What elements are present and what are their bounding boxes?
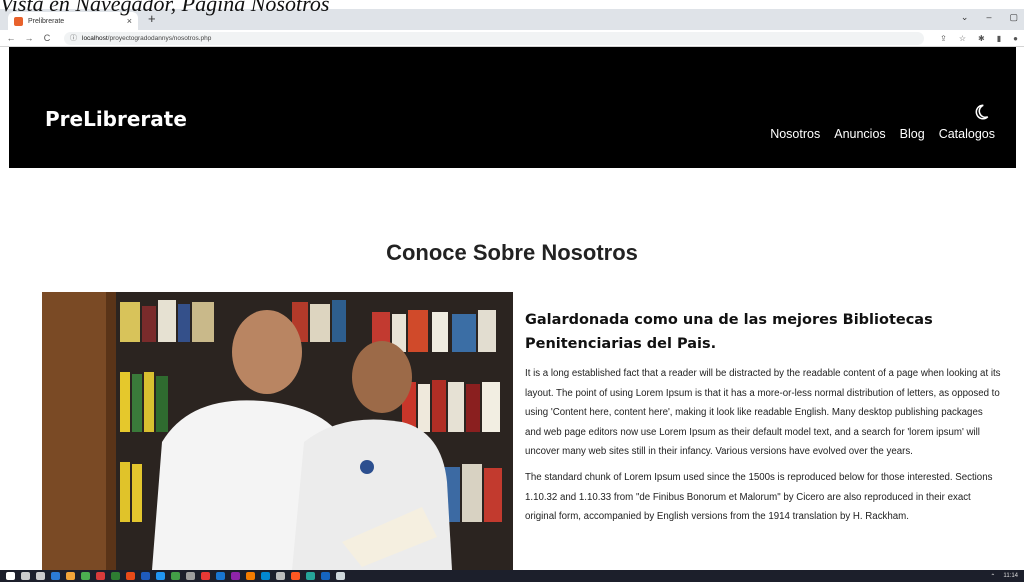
browser-address-bar: ← → C ⓘ localhost /proyectogradodannys/n… (0, 30, 1024, 47)
browser-toolbar-icons: ⇪ ☆ ✱ ▮ ● (940, 34, 1018, 43)
sidebar-icon[interactable]: ▮ (997, 34, 1001, 43)
tab-search-icon[interactable]: ⌄ (961, 12, 969, 23)
url-input[interactable]: ⓘ localhost /proyectogradodannys/nosotro… (64, 31, 924, 45)
forward-icon[interactable]: → (22, 33, 36, 43)
library-photo (42, 292, 513, 570)
bookmark-star-icon[interactable]: ☆ (959, 34, 966, 43)
page-caption: Vista en Navegador, Página Nosotros (0, 0, 330, 16)
taskbar-app-icon[interactable] (171, 572, 180, 580)
nav-item-anuncios[interactable]: Anuncios (834, 127, 885, 141)
taskbar-app-icon[interactable] (51, 572, 60, 580)
about-paragraph-1: It is a long established fact that a rea… (525, 368, 1001, 458)
section-title: Conoce Sobre Nosotros (386, 240, 638, 265)
taskbar-app-icon[interactable] (261, 572, 270, 580)
back-icon[interactable]: ← (4, 33, 18, 43)
site-header: PreLibrerate Nosotros Anuncios Blog Cata… (9, 47, 1016, 168)
taskbar-app-icon[interactable] (96, 572, 105, 580)
tab-title: Prelibrerate (28, 17, 65, 25)
taskbar-app-icon[interactable] (81, 572, 90, 580)
taskbar-app-icon[interactable] (126, 572, 135, 580)
site-brand[interactable]: PreLibrerate (45, 107, 187, 131)
profile-icon[interactable]: ● (1013, 34, 1018, 43)
taskbar-app-icon[interactable] (306, 572, 315, 580)
taskbar-app-icon[interactable] (291, 572, 300, 580)
taskbar-app-icon[interactable] (276, 572, 285, 580)
taskbar-app-icon[interactable] (21, 572, 30, 580)
minimize-icon[interactable]: – (986, 12, 991, 23)
url-path: /proyectogradodannys/nosotros.php (107, 34, 212, 42)
system-tray: ⌃ 11:14 (990, 573, 1018, 580)
window-controls: ⌄ – ▢ (961, 12, 1018, 23)
favicon-icon (14, 16, 23, 26)
taskbar-app-icon[interactable] (111, 572, 120, 580)
info-icon[interactable]: ⓘ (70, 33, 77, 43)
nav-item-nosotros[interactable]: Nosotros (770, 127, 820, 141)
taskbar-app-icon[interactable] (201, 572, 210, 580)
about-paragraph-2: The standard chunk of Lorem Ipsum used s… (525, 471, 993, 523)
maximize-icon[interactable]: ▢ (1009, 12, 1018, 23)
nav-item-blog[interactable]: Blog (900, 127, 925, 141)
windows-taskbar: ⌃ 11:14 (0, 570, 1024, 582)
taskbar-app-icon[interactable] (336, 572, 345, 580)
reload-icon[interactable]: C (40, 33, 54, 43)
award-heading: Galardonada como una de las mejores Bibl… (525, 312, 933, 352)
taskbar-app-icon[interactable] (156, 572, 165, 580)
nav-item-catalogos[interactable]: Catalogos (939, 127, 995, 141)
share-icon[interactable]: ⇪ (940, 34, 947, 43)
url-host: localhost (82, 34, 108, 42)
taskbar-app-icon[interactable] (231, 572, 240, 580)
taskbar-app-icon[interactable] (141, 572, 150, 580)
wifi-icon[interactable]: ⌃ (990, 573, 995, 580)
extensions-icon[interactable]: ✱ (978, 34, 985, 43)
taskbar-app-icon[interactable] (66, 572, 75, 580)
about-text: Galardonada como una de las mejores Bibl… (525, 308, 1001, 533)
close-tab-icon[interactable]: × (127, 16, 132, 26)
taskbar-app-icon[interactable] (186, 572, 195, 580)
taskbar-app-icon[interactable] (216, 572, 225, 580)
start-icon[interactable] (6, 572, 15, 580)
moon-icon[interactable] (972, 103, 990, 121)
taskbar-app-icon[interactable] (36, 572, 45, 580)
taskbar-clock[interactable]: 11:14 (1003, 573, 1018, 579)
taskbar-app-icon[interactable] (246, 572, 255, 580)
main-nav: Nosotros Anuncios Blog Catalogos (770, 127, 995, 141)
taskbar-app-icon[interactable] (321, 572, 330, 580)
